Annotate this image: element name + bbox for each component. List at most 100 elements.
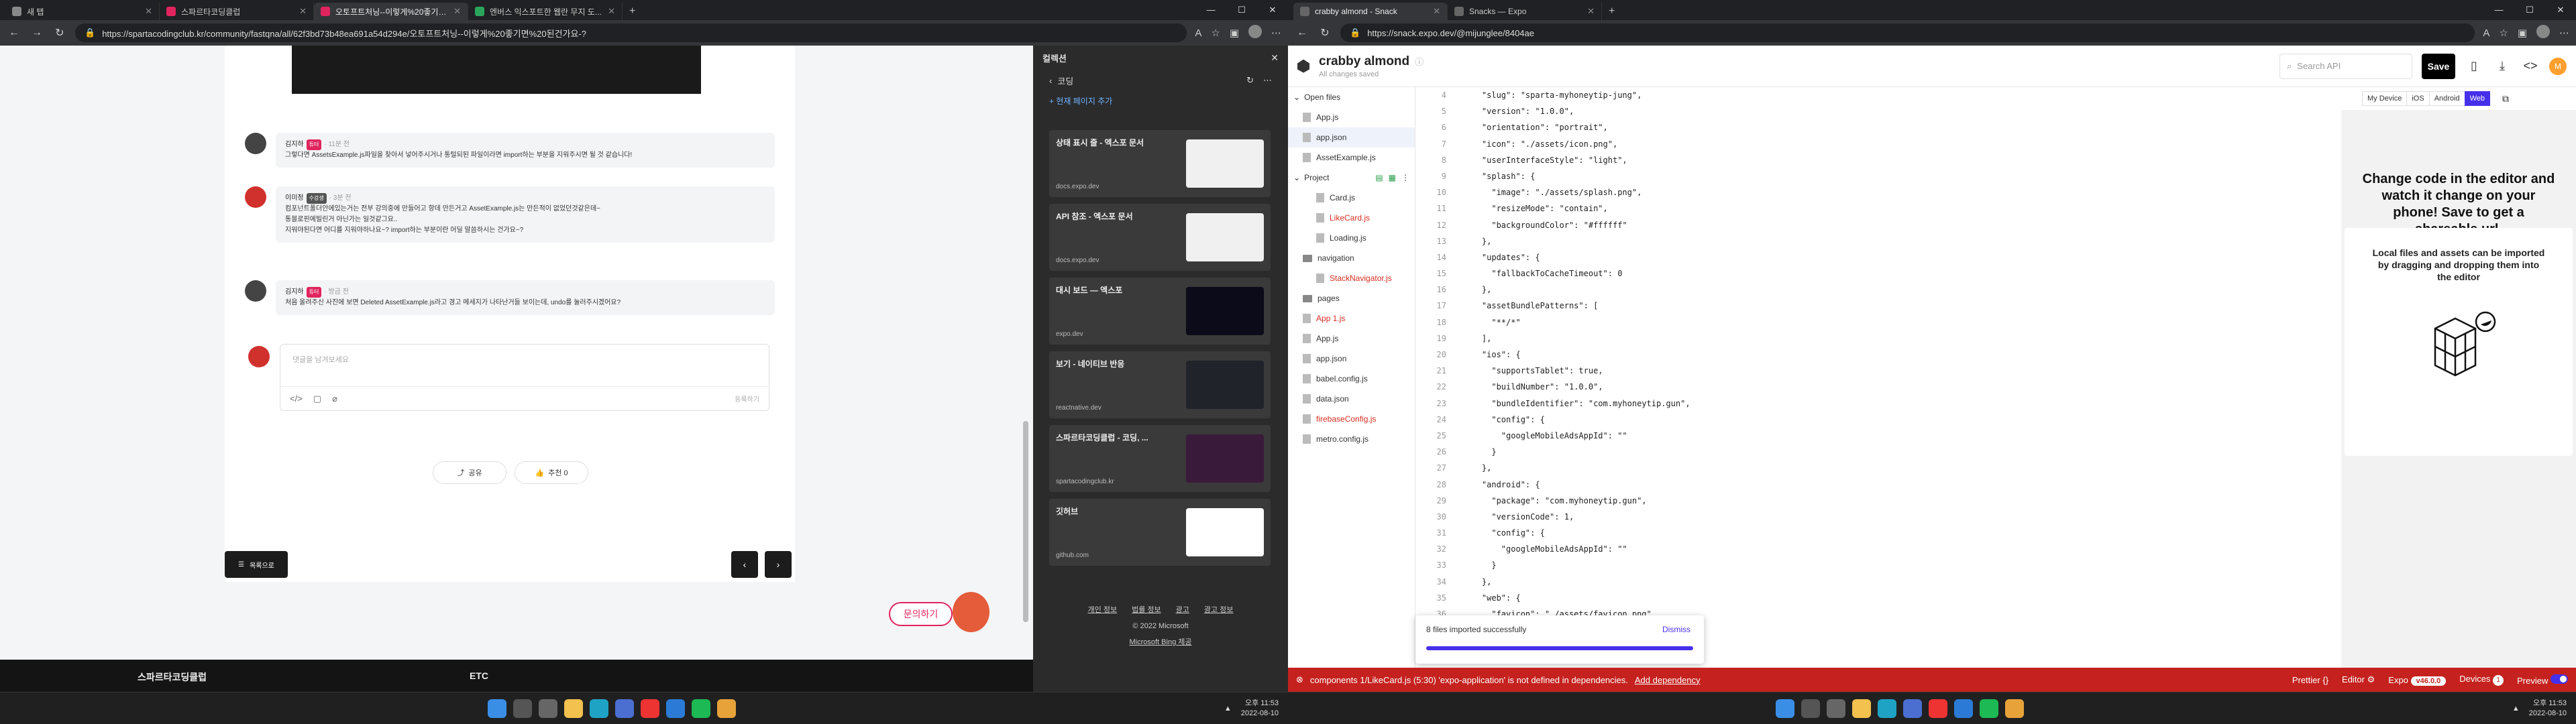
add-folder-icon[interactable]: ▦ <box>1389 173 1396 182</box>
code-line[interactable]: "config": { <box>1462 412 2341 428</box>
code-line[interactable]: }, <box>1462 574 2341 590</box>
code-content[interactable]: "slug": "sparta-myhoneytip-jung", "versi… <box>1462 87 2341 638</box>
code-line[interactable]: "resizeMode": "contain", <box>1462 200 2341 217</box>
close-icon[interactable]: ✕ <box>453 6 461 17</box>
code-line[interactable]: "updates": { <box>1462 249 2341 265</box>
close-icon[interactable]: ✕ <box>608 6 615 17</box>
browser-tab-active[interactable]: 오토프트처닝--이렇게%20좋기면 ... ✕ <box>314 3 468 20</box>
collections-icon[interactable]: ▣ <box>1230 27 1239 39</box>
code-line[interactable]: "userInterfaceStyle": "light", <box>1462 152 2341 168</box>
wifi-icon[interactable]: ▲ <box>1224 705 1232 713</box>
code-line[interactable]: } <box>1462 444 2341 460</box>
open-file-item[interactable]: App.js <box>1288 107 1415 127</box>
read-aloud-icon[interactable]: A <box>1195 27 1201 39</box>
new-tab-button[interactable]: + <box>1602 3 1621 20</box>
download-icon[interactable]: ⤓ <box>2493 59 2512 73</box>
code-line[interactable]: "orientation": "portrait", <box>1462 119 2341 135</box>
close-window-button[interactable]: ✕ <box>1257 0 1288 20</box>
folder-item[interactable]: pages <box>1288 288 1415 308</box>
file-item[interactable]: data.json <box>1288 389 1415 409</box>
profile-icon[interactable] <box>2536 25 2550 41</box>
file-item[interactable]: LikeCard.js <box>1288 208 1415 228</box>
read-aloud-icon[interactable]: A <box>2483 27 2489 39</box>
minimize-button[interactable]: — <box>2483 0 2514 20</box>
editor-settings[interactable]: Editor ⚙ <box>2342 674 2375 685</box>
recommend-button[interactable]: 👍 추천 0 <box>515 461 588 484</box>
more-icon[interactable]: ⋯ <box>1271 27 1281 39</box>
code-line[interactable]: }, <box>1462 233 2341 249</box>
collection-item[interactable]: 깃허브 github.com <box>1049 499 1271 566</box>
code-line[interactable]: ], <box>1462 330 2341 347</box>
code-line[interactable]: "backgroundColor": "#ffffff" <box>1462 217 2341 233</box>
code-editor[interactable]: 4 5 6 7 8 9 10 11 12 13 14 15 16 17 18 19 20 21 22 23 24 25 26… <box>1415 87 2341 668</box>
code-line[interactable]: "bundleIdentifier": "com.myhoneytip.gun"… <box>1462 396 2341 412</box>
back-to-list-button[interactable]: ☰ 목록으로 <box>225 551 288 578</box>
embed-icon[interactable]: <> <box>2521 59 2540 73</box>
external-link-icon[interactable]: ⧉ <box>2502 93 2509 105</box>
url-field[interactable]: 🔒 https://spartacodingclub.kr/community/f… <box>75 23 1187 42</box>
code-line[interactable]: "slug": "sparta-myhoneytip-jung", <box>1462 87 2341 103</box>
collection-item[interactable]: 보기 - 네이티브 반응 reactnative.dev <box>1049 351 1271 418</box>
more-icon[interactable]: ⋯ <box>2559 27 2569 39</box>
task-view-icon[interactable] <box>1827 699 1846 718</box>
share-button[interactable]: ⤴ 공유 <box>433 461 506 484</box>
add-dependency-link[interactable]: Add dependency <box>1635 675 1701 685</box>
scrollbar[interactable] <box>1023 421 1028 622</box>
code-line[interactable]: "splash": { <box>1462 168 2341 184</box>
youtube-icon[interactable] <box>641 699 660 718</box>
add-file-icon[interactable]: ▤ <box>1375 173 1383 182</box>
code-line[interactable]: "googleMobileAdsAppId": "" <box>1462 428 2341 444</box>
file-item[interactable]: App 1.js <box>1288 308 1415 328</box>
sync-icon[interactable]: ↻ <box>1246 75 1254 86</box>
chrome-icon[interactable] <box>2005 699 2025 718</box>
code-line[interactable]: "googleMobileAdsAppId": "" <box>1462 541 2341 557</box>
favorite-star-icon[interactable]: ☆ <box>1211 27 1220 39</box>
refresh-icon[interactable]: ↻ <box>52 26 67 40</box>
back-icon[interactable]: ← <box>1295 27 1309 39</box>
spotify-icon[interactable] <box>1980 699 1999 718</box>
browser-tab[interactable]: 새 탭 ✕ <box>5 3 160 20</box>
code-line[interactable]: "android": { <box>1462 477 2341 493</box>
start-icon[interactable] <box>488 699 507 718</box>
folder-item[interactable]: navigation <box>1288 248 1415 268</box>
tab-web[interactable]: Web <box>2464 91 2491 106</box>
code-line[interactable]: "icon": "./assets/icon.png", <box>1462 136 2341 152</box>
dismiss-button[interactable]: Dismiss <box>1662 625 1690 634</box>
code-line[interactable]: } <box>1462 557 2341 573</box>
wifi-icon[interactable]: ▲ <box>2512 705 2520 713</box>
attach-icon[interactable]: ⌀ <box>332 394 337 404</box>
close-window-button[interactable]: ✕ <box>2545 0 2576 20</box>
add-current-page-button[interactable]: + 현재 페이지 추가 <box>1033 91 1288 110</box>
close-icon[interactable]: ✕ <box>145 6 152 17</box>
browser-tab-active[interactable]: crabby almond - Snack ✕ <box>1293 3 1448 20</box>
code-line[interactable]: "package": "com.myhoneytip.gun", <box>1462 493 2341 509</box>
qr-icon[interactable]: ▯ <box>2465 59 2483 73</box>
avatar[interactable]: M <box>2549 57 2567 75</box>
close-icon[interactable]: ✕ <box>299 6 307 17</box>
open-files-header[interactable]: ⌄ Open files <box>1288 87 1415 107</box>
collection-item[interactable]: API 참조 - 엑스포 문서 docs.expo.dev <box>1049 204 1271 271</box>
code-line[interactable]: "config": { <box>1462 525 2341 541</box>
spotify-icon[interactable] <box>692 699 711 718</box>
forward-icon[interactable]: → <box>30 27 44 39</box>
maximize-button[interactable]: ☐ <box>1226 0 1257 20</box>
code-line[interactable]: "**/*" <box>1462 314 2341 330</box>
new-tab-button[interactable]: + <box>623 3 642 20</box>
collection-item[interactable]: 상태 표시 줄 - 엑스포 문서 docs.expo.dev <box>1049 130 1271 197</box>
search-icon[interactable] <box>513 699 533 718</box>
search-icon[interactable] <box>1801 699 1821 718</box>
open-file-item[interactable]: AssetExample.js <box>1288 147 1415 168</box>
preview-toggle[interactable]: Preview <box>2517 674 2568 686</box>
back-icon[interactable]: ← <box>7 27 21 39</box>
vscode-icon[interactable] <box>1954 699 1974 718</box>
code-line[interactable]: "buildNumber": "1.0.0", <box>1462 379 2341 395</box>
collection-item[interactable]: 대시 보드 — 엑스포 expo.dev <box>1049 278 1271 345</box>
minimize-button[interactable]: — <box>1195 0 1226 20</box>
devices-button[interactable]: Devices 1 <box>2459 674 2504 686</box>
comment-input[interactable]: 댓글을 남겨보세요 </> ▢ ⌀ 등록하기 <box>280 344 769 411</box>
url-field[interactable]: 🔒 https://snack.expo.dev/@mijunglee/8404a… <box>1340 23 2475 42</box>
browser-tab[interactable]: 엔버스 익스포트한 웹란 무지 도... ✕ <box>468 3 623 20</box>
file-item[interactable]: app.json <box>1288 349 1415 369</box>
clock[interactable]: 오후 11:53 2022-08-10 <box>2529 699 2567 719</box>
collection-item[interactable]: 스파르타코딩클럽 - 코딩, ... spartacodingclub.kr <box>1049 425 1271 492</box>
